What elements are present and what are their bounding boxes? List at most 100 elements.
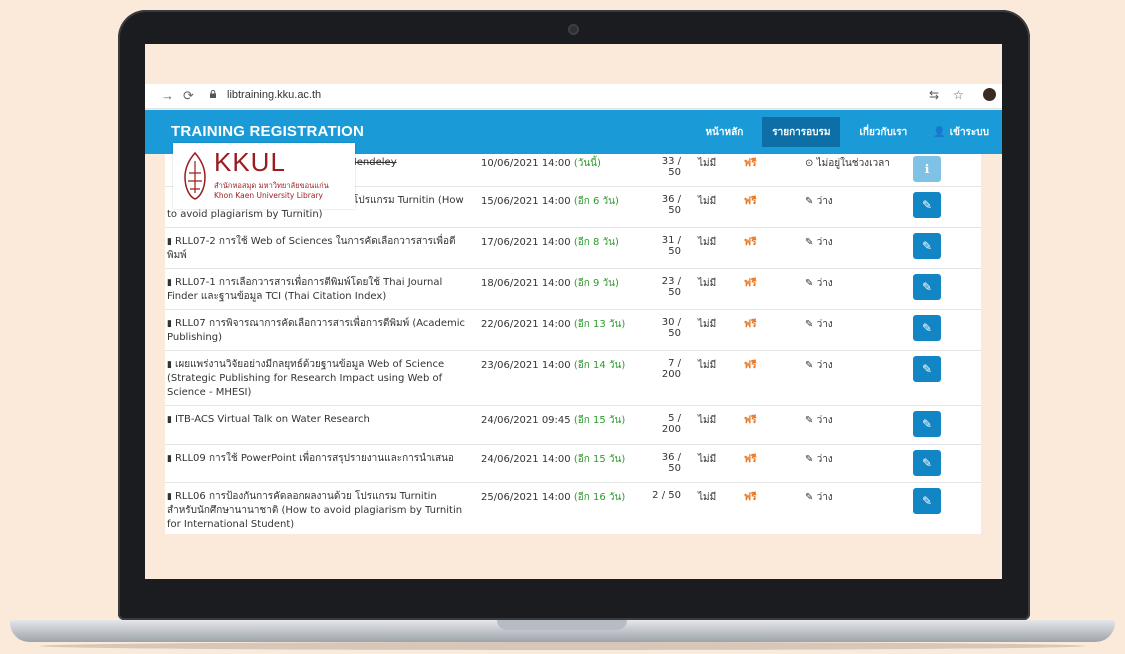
status: ✎ ว่าง xyxy=(805,196,833,207)
seat-count: 33 / 50 xyxy=(661,156,681,178)
bookmark-icon: ▮ xyxy=(167,360,172,370)
status: ✎ ว่าง xyxy=(805,454,833,465)
table-row: ▮ RLL07 การพิจารณาการคัดเลือกวารสารเพื่อก… xyxy=(165,309,981,351)
pencil-icon: ✎ xyxy=(921,362,933,376)
pencil-icon: ✎ xyxy=(921,239,933,253)
menu-login[interactable]: 👤 เข้าระบบ xyxy=(920,110,1002,154)
table-row: ▮ ITB-ACS Virtual Talk on Water Research … xyxy=(165,405,981,445)
edit-note-icon: ✎ xyxy=(805,237,814,248)
course-date: 15/06/2021 14:00 (อีก 6 วัน) xyxy=(481,196,619,207)
main-menu: หน้าหลัก รายการอบรม เกี่ยวกับเรา 👤 เข้าร… xyxy=(692,110,1002,154)
table-row: ▮ RLL07-2 การใช้ Web of Sciences ในการคัด… xyxy=(165,227,981,269)
bookmark-icon: ▮ xyxy=(167,319,172,329)
edit-note-icon: ✎ xyxy=(805,454,814,465)
course-title[interactable]: ▮ RLL06 การป้องกันการคัดลอกผลงานด้วย โปรแ… xyxy=(167,490,467,532)
screen: → ⟳ libtraining.kku.ac.th ⇆ ☆ TRAINING R… xyxy=(145,44,1002,579)
course-title[interactable]: ▮ RLL07-1 การเลือกวารสารเพื่อการตีพิมพ์โด… xyxy=(167,276,467,304)
condition: ไม่มี xyxy=(698,278,717,289)
register-button[interactable]: ✎ xyxy=(913,315,941,341)
edit-note-icon: ✎ xyxy=(805,196,814,207)
course-title[interactable]: ▮ RLL09 การใช้ PowerPoint เพื่อการสรุปราย… xyxy=(167,452,467,466)
status: ✎ ว่าง xyxy=(805,492,833,503)
fee: ฟรี xyxy=(744,158,757,169)
edit-note-icon: ✎ xyxy=(805,492,814,503)
bookmark-icon: ▮ xyxy=(167,237,172,247)
browser-toolbar: → ⟳ libtraining.kku.ac.th ⇆ ☆ xyxy=(145,84,1002,109)
profile-avatar[interactable] xyxy=(983,88,996,101)
table-row: ▮ RLL06 การป้องกันการคัดลอกผลงานด้วย โปรแ… xyxy=(165,482,981,534)
brand-title[interactable]: TRAINING REGISTRATION xyxy=(171,123,364,140)
course-date: 17/06/2021 14:00 (อีก 8 วัน) xyxy=(481,237,619,248)
register-button[interactable]: ✎ xyxy=(913,233,941,259)
table-row: ▮ RLL09 การใช้ PowerPoint เพื่อการสรุปราย… xyxy=(165,444,981,483)
reload-icon[interactable]: ⟳ xyxy=(183,88,194,104)
menu-about[interactable]: เกี่ยวกับเรา xyxy=(846,110,920,154)
course-date: 25/06/2021 14:00 (อีก 16 วัน) xyxy=(481,492,626,503)
course-title[interactable]: ▮ RLL07 การพิจารณาการคัดเลือกวารสารเพื่อก… xyxy=(167,317,467,345)
fee: ฟรี xyxy=(744,492,757,503)
training-table: รม Mendeley 10/06/2021 14:00 (วันนี้) 33… xyxy=(165,154,981,534)
laptop-notch xyxy=(497,620,627,630)
status: ✎ ว่าง xyxy=(805,237,833,248)
pencil-icon: ✎ xyxy=(921,417,933,431)
condition: ไม่มี xyxy=(698,196,717,207)
condition: ไม่มี xyxy=(698,360,717,371)
seat-count: 23 / 50 xyxy=(661,276,681,298)
course-title[interactable]: ▮ RLL07-2 การใช้ Web of Sciences ในการคัด… xyxy=(167,235,467,263)
seat-count: 2 / 50 xyxy=(652,490,681,501)
bookmark-icon: ▮ xyxy=(167,415,172,425)
course-date: 18/06/2021 14:00 (อีก 9 วัน) xyxy=(481,278,619,289)
fee: ฟรี xyxy=(744,454,757,465)
register-button[interactable]: ✎ xyxy=(913,411,941,437)
fee: ฟรี xyxy=(744,196,757,207)
edit-note-icon: ✎ xyxy=(805,278,814,289)
condition: ไม่มี xyxy=(698,415,717,426)
seat-count: 5 / 200 xyxy=(661,413,681,435)
status: ⊙ ไม่อยู่ในช่วงเวลา xyxy=(805,158,890,169)
info-icon: ℹ xyxy=(924,162,930,176)
bookmark-icon: ▮ xyxy=(167,492,172,502)
status: ✎ ว่าง xyxy=(805,360,833,371)
condition: ไม่มี xyxy=(698,158,717,169)
register-button[interactable]: ✎ xyxy=(913,450,941,476)
star-icon[interactable]: ☆ xyxy=(953,88,964,102)
register-button[interactable]: ✎ xyxy=(913,356,941,382)
logo-english-name: Khon Kaen University Library xyxy=(214,191,323,200)
bookmark-icon: ▮ xyxy=(167,278,172,288)
lock-icon xyxy=(210,90,216,98)
kkul-logo: KKUL สำนักหอสมุด มหาวิทยาลัยขอนแก่น Khon… xyxy=(173,143,355,209)
info-button[interactable]: ℹ xyxy=(913,156,941,182)
edit-note-icon: ✎ xyxy=(805,415,814,426)
register-button[interactable]: ✎ xyxy=(913,274,941,300)
seat-count: 36 / 50 xyxy=(661,452,681,474)
fee: ฟรี xyxy=(744,278,757,289)
forward-icon[interactable]: → xyxy=(161,88,174,103)
fee: ฟรี xyxy=(744,360,757,371)
condition: ไม่มี xyxy=(698,454,717,465)
edit-note-icon: ✎ xyxy=(805,360,814,371)
seat-count: 7 / 200 xyxy=(661,358,681,380)
condition: ไม่มี xyxy=(698,237,717,248)
course-date: 24/06/2021 09:45 (อีก 15 วัน) xyxy=(481,415,626,426)
menu-home[interactable]: หน้าหลัก xyxy=(692,110,756,154)
user-icon: 👤 xyxy=(933,126,946,138)
condition: ไม่มี xyxy=(698,492,717,503)
course-title[interactable]: ▮ เผยแพร่งานวิจัยอย่างมีกลยุทธ์ด้วยฐานข้อ… xyxy=(167,358,467,400)
course-title[interactable]: ▮ ITB-ACS Virtual Talk on Water Research xyxy=(167,413,467,427)
webcam xyxy=(568,24,579,35)
table-row: ▮ RLL07-1 การเลือกวารสารเพื่อการตีพิมพ์โด… xyxy=(165,268,981,310)
pencil-icon: ✎ xyxy=(921,321,933,335)
logo-title: KKUL xyxy=(214,147,286,177)
status: ✎ ว่าง xyxy=(805,415,833,426)
address-bar[interactable]: libtraining.kku.ac.th xyxy=(227,89,321,101)
menu-training-list[interactable]: รายการอบรม xyxy=(762,117,841,147)
bookmark-icon: ▮ xyxy=(167,454,172,464)
course-date: 10/06/2021 14:00 (วันนี้) xyxy=(481,158,601,169)
translate-icon[interactable]: ⇆ xyxy=(929,88,939,102)
pencil-icon: ✎ xyxy=(921,494,933,508)
seat-count: 31 / 50 xyxy=(661,235,681,257)
clock-icon: ⊙ xyxy=(805,158,814,169)
status: ✎ ว่าง xyxy=(805,319,833,330)
register-button[interactable]: ✎ xyxy=(913,192,941,218)
register-button[interactable]: ✎ xyxy=(913,488,941,514)
